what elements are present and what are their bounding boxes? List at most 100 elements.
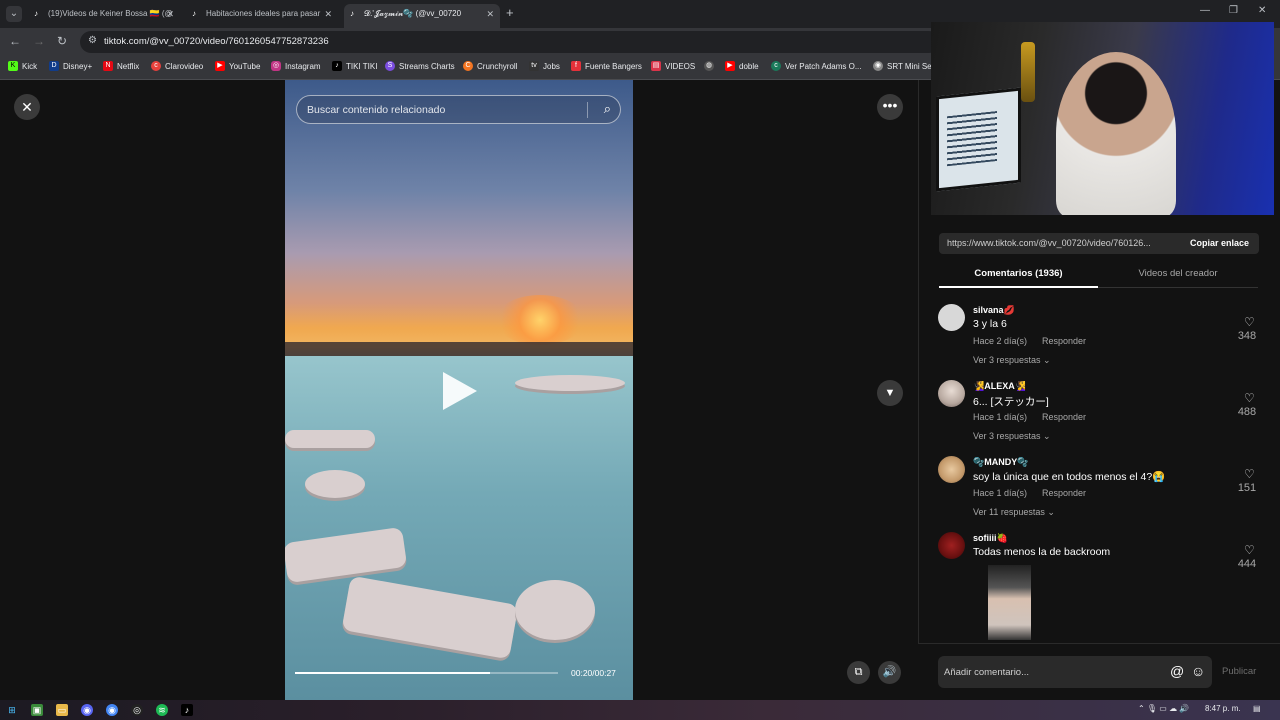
reply-button[interactable]: Responder xyxy=(1042,488,1086,498)
bookmark-disney[interactable]: D Disney+ xyxy=(49,61,92,71)
view-replies-button[interactable]: Ver 3 respuestas ⌄ xyxy=(973,355,1051,366)
comment-username[interactable]: sofiiii🍓 xyxy=(973,533,1008,544)
bookmark-videos[interactable]: ▤ VIDEOS xyxy=(651,61,695,71)
address-bar[interactable]: ⚙ tiktok.com/@vv_00720/video/76012605477… xyxy=(80,31,940,53)
comment-text: Todas menos la de backroom xyxy=(973,546,1111,558)
kick-icon: K xyxy=(8,61,18,71)
avatar[interactable] xyxy=(938,456,965,483)
bookmark-jobs[interactable]: tv Jobs xyxy=(529,61,560,71)
publish-button[interactable]: Publicar xyxy=(1222,666,1256,677)
forward-icon[interactable]: → xyxy=(33,34,45,48)
streams-charts-icon: S xyxy=(385,61,395,71)
avatar[interactable] xyxy=(938,380,965,407)
comment-text: soy la única que en todos menos el 4?😭 xyxy=(973,471,1166,483)
discord-icon[interactable]: ◉ xyxy=(81,704,93,716)
comment-username[interactable]: silvana💋 xyxy=(973,305,1015,316)
close-video-button[interactable]: ✕ xyxy=(14,94,40,120)
bookmark-instagram[interactable]: ◎ Instagram xyxy=(271,61,321,71)
app-icon[interactable]: ▣ xyxy=(31,704,43,716)
heart-icon[interactable]: ♡ xyxy=(1244,315,1255,329)
crunchyroll-icon: C xyxy=(463,61,473,71)
mention-icon[interactable]: @ xyxy=(1170,663,1184,679)
tray-icons[interactable]: ⌃ 🎙 ▭ ☁ 🔊 xyxy=(1138,704,1189,713)
tiktok-icon[interactable]: ♪ xyxy=(181,704,193,716)
webcam-monitor xyxy=(936,87,1021,192)
more-options-button[interactable]: ••• xyxy=(877,94,903,120)
bookmark-clarovideo[interactable]: c Clarovideo xyxy=(151,61,203,71)
bookmark-patch-adams[interactable]: c Ver Patch Adams O... xyxy=(771,61,861,71)
restore-icon[interactable]: ❐ xyxy=(1229,5,1238,16)
lounger-shape xyxy=(305,470,365,498)
jobs-icon: tv xyxy=(529,61,539,71)
bookmark-doble[interactable]: ▶ doble xyxy=(725,61,759,71)
notifications-icon[interactable]: ▤ xyxy=(1253,704,1261,713)
add-comment-input[interactable]: Añadir comentario... @ ☺ xyxy=(938,656,1212,688)
bookmark-tiki-tiki[interactable]: ♪ TIKI TIKI xyxy=(332,61,377,71)
volume-icon[interactable]: 🔊 xyxy=(878,661,901,684)
browser-tab-3-active[interactable]: ♪ 𝓓.'𝓙𝓪𝔃𝓶𝓲𝓷🫧 (@vv_00720 ✕ xyxy=(344,4,500,28)
search-placeholder: Buscar contenido relacionado xyxy=(307,104,446,116)
view-replies-button[interactable]: Ver 11 respuestas ⌄ xyxy=(973,507,1055,518)
avatar[interactable] xyxy=(938,304,965,331)
comment-time: Hace 2 día(s) xyxy=(973,336,1028,346)
close-window-icon[interactable]: ✕ xyxy=(1258,5,1266,16)
comment-username[interactable]: 🧏‍♀️ALEXA🧏‍♀️ xyxy=(973,381,1026,392)
bookmark-youtube[interactable]: ▶ YouTube xyxy=(215,61,260,71)
tab-title: Habitaciones ideales para pasar xyxy=(206,9,321,18)
comment-item: silvana💋 3 y la 6 Hace 2 día(s) Responde… xyxy=(938,304,1263,374)
tab-comments[interactable]: Comentarios (1936) xyxy=(939,264,1098,288)
webcam-overlay xyxy=(931,22,1274,215)
picture-in-picture-icon[interactable]: ⧉ xyxy=(847,661,870,684)
browser-tab-1[interactable]: ♪ (19)Videos de Keiner Bossa 🇨🇴 (@ ✕ xyxy=(28,4,180,28)
windows-start-icon[interactable]: ⊞ xyxy=(6,704,18,716)
bookmark-kick[interactable]: K Kick xyxy=(8,61,37,71)
new-tab-button[interactable]: + xyxy=(506,5,514,20)
heart-icon[interactable]: ♡ xyxy=(1244,467,1255,481)
play-icon[interactable] xyxy=(443,372,477,410)
browser-tab-2[interactable]: ♪ Habitaciones ideales para pasar ✕ xyxy=(186,4,338,28)
heart-icon[interactable]: ♡ xyxy=(1244,391,1255,405)
view-replies-button[interactable]: Ver 3 respuestas ⌄ xyxy=(973,431,1051,442)
bookmark-streams-charts[interactable]: S Streams Charts xyxy=(385,61,455,71)
spotify-icon[interactable]: ≋ xyxy=(156,704,168,716)
emoji-icon[interactable]: ☺ xyxy=(1191,663,1205,679)
file-explorer-icon[interactable]: ▭ xyxy=(56,704,68,716)
close-tab-icon[interactable]: ✕ xyxy=(324,4,332,24)
tab-search-button[interactable]: ⌄ xyxy=(6,6,22,22)
site-icon: ◉ xyxy=(873,61,883,71)
tab-title: 𝓓.'𝓙𝓪𝔃𝓶𝓲𝓷🫧 (@vv_00720 xyxy=(364,9,462,18)
reply-button[interactable]: Responder xyxy=(1042,336,1086,346)
bookmark-netflix[interactable]: N Netflix xyxy=(103,61,139,71)
bookmark-fuente-bangers[interactable]: f Fuente Bangers xyxy=(571,61,642,71)
comment-text: 3 y la 6 xyxy=(973,318,1007,330)
minimize-icon[interactable]: — xyxy=(1200,5,1210,16)
chrome-icon[interactable]: ◉ xyxy=(106,704,118,716)
tab-creator-videos[interactable]: Videos del creador xyxy=(1098,264,1258,288)
reply-button[interactable]: Responder xyxy=(1042,412,1086,422)
netflix-icon: N xyxy=(103,61,113,71)
comment-text: 6... [ステッカー] xyxy=(973,396,1049,408)
close-tab-icon[interactable]: ✕ xyxy=(166,4,174,24)
tiktok-icon: ♪ xyxy=(192,9,196,18)
avatar[interactable] xyxy=(938,532,965,559)
heart-icon[interactable]: ♡ xyxy=(1244,543,1255,557)
site-info-icon[interactable]: ⚙ xyxy=(88,35,97,46)
bookmark-crunchyroll[interactable]: C Crunchyroll xyxy=(463,61,517,71)
video-progress-bar[interactable] xyxy=(295,672,558,674)
close-tab-icon[interactable]: ✕ xyxy=(486,4,494,24)
comment-item: sofiiii🍓 Todas menos la de backroom ♡ 44… xyxy=(938,532,1263,642)
related-search-input[interactable]: Buscar contenido relacionado ⌕ xyxy=(296,95,621,124)
search-icon[interactable]: ⌕ xyxy=(604,101,611,117)
obs-icon[interactable]: ◎ xyxy=(131,704,143,716)
comment-username[interactable]: 🫧MANDY🫧 xyxy=(973,457,1028,468)
webcam-light xyxy=(1021,42,1035,102)
comment-sticker-image[interactable] xyxy=(988,565,1031,640)
back-icon[interactable]: ← xyxy=(9,34,21,48)
copy-link-button[interactable]: Copiar enlace xyxy=(1190,238,1249,248)
reload-icon[interactable]: ↻ xyxy=(57,34,67,48)
bookmark-srt-mini[interactable]: ◉ SRT Mini Se xyxy=(873,61,932,71)
next-video-button[interactable]: ▼ xyxy=(877,380,903,406)
clock[interactable]: 8:47 p. m. xyxy=(1205,704,1241,713)
windows-taskbar: ⊞ ▣ ▭ ◉ ◉ ◎ ≋ ♪ ⌃ 🎙 ▭ ☁ 🔊 8:47 p. m. ▤ xyxy=(0,700,1280,720)
lounger-shape xyxy=(515,375,625,391)
